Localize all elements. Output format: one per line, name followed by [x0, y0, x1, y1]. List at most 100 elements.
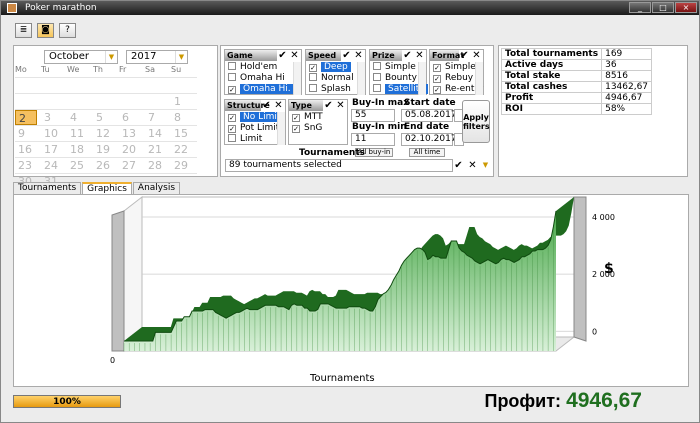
calendar-day[interactable]: 11: [67, 126, 93, 141]
close-icon[interactable]: ✕: [467, 160, 478, 171]
checkbox[interactable]: ✓: [433, 75, 441, 83]
calendar-day[interactable]: 20: [119, 142, 145, 157]
filter-option[interactable]: Bounty: [373, 73, 417, 84]
scrollbar[interactable]: [293, 62, 301, 95]
tab-tournaments[interactable]: Tournaments: [13, 182, 82, 194]
checkbox[interactable]: [373, 73, 381, 81]
calendar-day[interactable]: 13: [119, 126, 145, 141]
filter-option[interactable]: ✓ MTT: [292, 112, 323, 123]
checkbox[interactable]: ✓: [228, 86, 236, 94]
filter-option[interactable]: ✓ No Limit: [228, 112, 284, 123]
checkbox[interactable]: [309, 84, 317, 92]
calendar-day[interactable]: 29: [171, 158, 197, 173]
checkbox[interactable]: ✓: [292, 125, 300, 133]
tab-graphics[interactable]: Graphics: [82, 182, 132, 194]
checkbox[interactable]: [228, 134, 236, 142]
checkbox[interactable]: [228, 73, 236, 81]
calendar-day[interactable]: 24: [41, 158, 67, 173]
buyin-max-input[interactable]: 55: [351, 109, 395, 122]
checkbox[interactable]: ✓: [292, 114, 300, 122]
camera-icon[interactable]: ◙: [37, 23, 54, 38]
close-icon[interactable]: ✕: [353, 50, 364, 61]
close-button[interactable]: ×: [675, 2, 697, 13]
calendar-day[interactable]: 15: [171, 126, 197, 141]
scrollbar[interactable]: [277, 112, 285, 145]
calendar-day[interactable]: 16: [15, 142, 41, 157]
calendar-day[interactable]: 21: [145, 142, 171, 157]
check-icon[interactable]: ✔: [453, 160, 464, 171]
check-icon[interactable]: ✔: [277, 50, 288, 61]
month-select[interactable]: October ▼: [44, 50, 118, 64]
checkbox[interactable]: [373, 62, 381, 70]
close-icon[interactable]: ✕: [335, 100, 346, 111]
filter-option[interactable]: Omaha Hi: [228, 73, 285, 84]
calendar-day[interactable]: 25: [67, 158, 93, 173]
filter-option[interactable]: Limit: [228, 134, 262, 145]
filter-option[interactable]: ✓ Pot Limit: [228, 123, 279, 134]
filter-option[interactable]: ✓ Rebuy: [433, 73, 473, 84]
calendar-day[interactable]: 17: [41, 142, 67, 157]
apply-filters-button[interactable]: Apply filters: [462, 100, 490, 143]
minimize-button[interactable]: _: [629, 2, 651, 13]
chevron-down-icon[interactable]: ▼: [480, 160, 491, 171]
year-select[interactable]: 2017 ▼: [126, 50, 188, 64]
calendar-day[interactable]: 3: [41, 110, 67, 125]
check-icon[interactable]: ✔: [261, 100, 272, 111]
calendar-day[interactable]: 28: [145, 158, 171, 173]
close-icon[interactable]: ✕: [273, 100, 284, 111]
end-date-input[interactable]: 02.10.2017: [401, 133, 457, 146]
check-icon[interactable]: ✔: [402, 50, 413, 61]
filter-option[interactable]: ✓ Simple: [433, 62, 476, 73]
calendar-day[interactable]: 26: [93, 158, 119, 173]
calendar-day[interactable]: 10: [41, 126, 67, 141]
filter-option[interactable]: Normal: [309, 73, 354, 84]
all-time-button[interactable]: All time: [409, 148, 445, 157]
calendar-day[interactable]: 14: [145, 126, 171, 141]
maximize-button[interactable]: □: [652, 2, 674, 13]
calendar-day[interactable]: 22: [171, 142, 197, 157]
checkbox[interactable]: ✓: [433, 64, 441, 72]
calendar-day[interactable]: 6: [119, 110, 145, 125]
filter-option-label: Bounty: [385, 73, 417, 83]
help-icon[interactable]: ?: [59, 23, 76, 38]
scrollbar[interactable]: [418, 62, 426, 95]
checkbox[interactable]: [309, 73, 317, 81]
calendar-day[interactable]: 27: [119, 158, 145, 173]
calendar-day[interactable]: 9: [15, 126, 41, 141]
tournaments-select[interactable]: 89 tournaments selected: [225, 159, 453, 172]
checkbox[interactable]: ✓: [309, 64, 317, 72]
calendar-day[interactable]: 5: [93, 110, 119, 125]
calendar-day[interactable]: 12: [93, 126, 119, 141]
filter-option[interactable]: Hold'em: [228, 62, 277, 73]
filter-option[interactable]: ✓ SnG: [292, 123, 322, 134]
filter-option[interactable]: ✓ Omaha Hi.: [228, 84, 294, 95]
checkbox[interactable]: ✓: [433, 86, 441, 94]
checkbox[interactable]: [228, 62, 236, 70]
scrollbar[interactable]: [357, 62, 365, 95]
calendar-day[interactable]: 19: [93, 142, 119, 157]
calendar-day[interactable]: 2: [15, 110, 37, 125]
calendar-day[interactable]: 4: [67, 110, 93, 125]
checkbox[interactable]: ✓: [228, 125, 236, 133]
checkbox[interactable]: [373, 84, 381, 92]
close-icon[interactable]: ✕: [289, 50, 300, 61]
filter-option[interactable]: Simple: [373, 62, 416, 73]
tab-analysis[interactable]: Analysis: [132, 182, 181, 194]
buyin-min-input[interactable]: 11: [351, 133, 395, 146]
scrollbar[interactable]: [475, 62, 483, 95]
close-icon[interactable]: ✕: [414, 50, 425, 61]
calendar-day[interactable]: 8: [171, 110, 197, 125]
database-icon[interactable]: ≣: [15, 23, 32, 38]
check-icon[interactable]: ✔: [341, 50, 352, 61]
check-icon[interactable]: ✔: [459, 50, 470, 61]
close-icon[interactable]: ✕: [471, 50, 482, 61]
calendar-day[interactable]: 18: [67, 142, 93, 157]
check-icon[interactable]: ✔: [323, 100, 334, 111]
start-date-input[interactable]: 05.08.2017: [401, 109, 457, 122]
calendar-day[interactable]: 7: [145, 110, 171, 125]
checkbox[interactable]: ✓: [228, 114, 236, 122]
filter-option[interactable]: ✓ Deep: [309, 62, 351, 73]
filter-option[interactable]: Splash: [309, 84, 351, 95]
calendar-day[interactable]: 23: [15, 158, 41, 173]
calendar-day[interactable]: 1: [171, 94, 197, 109]
